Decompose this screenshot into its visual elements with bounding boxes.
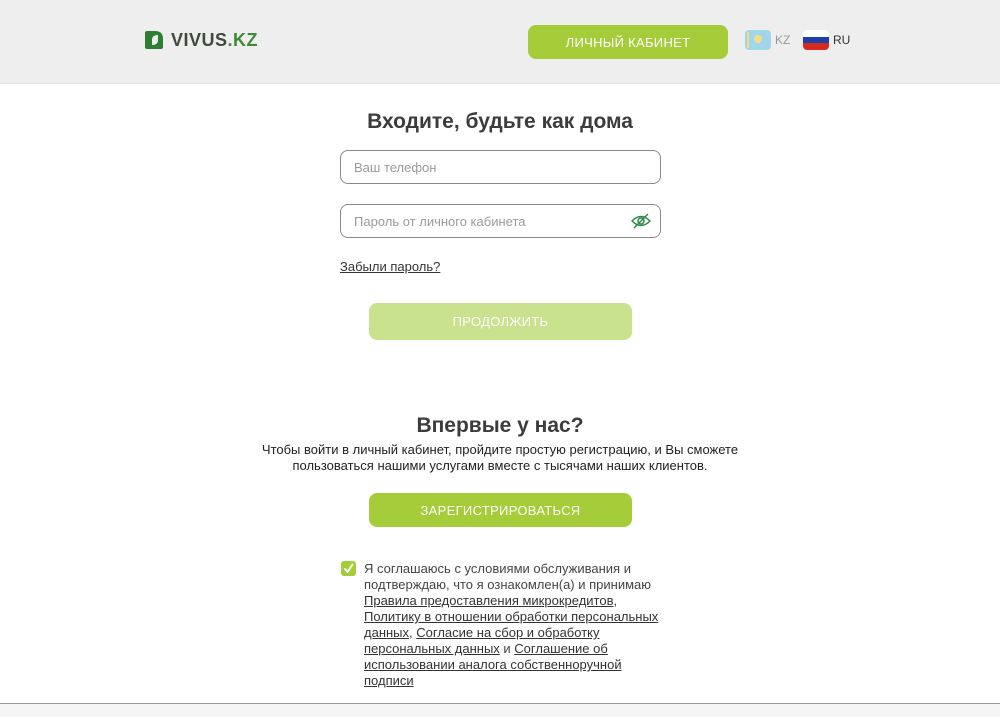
- footer-divider: [0, 703, 1000, 717]
- russia-flag-icon: [803, 30, 829, 50]
- vivus-logo-icon: [143, 29, 165, 51]
- register-description: Чтобы войти в личный кабинет, пройдите п…: [261, 442, 739, 473]
- language-ru-label: RU: [833, 33, 851, 47]
- login-title: Входите, будьте как дома: [367, 110, 633, 133]
- language-kz[interactable]: KZ: [745, 30, 790, 50]
- checkmark-icon: [344, 563, 354, 573]
- password-input[interactable]: [340, 204, 661, 238]
- forgot-password-link[interactable]: Забыли пароль?: [340, 259, 440, 274]
- logo-text: VIVUS.KZ: [171, 29, 259, 50]
- register-title: Впервые у нас?: [416, 414, 584, 437]
- kazakhstan-flag-icon: [745, 30, 771, 50]
- personal-cabinet-button[interactable]: ЛИЧНЫЙ КАБИНЕТ: [528, 25, 728, 59]
- continue-button[interactable]: ПРОДОЛЖИТЬ: [369, 303, 632, 340]
- microcredit-rules-link[interactable]: Правила предоставления микрокредитов: [364, 593, 613, 608]
- register-button[interactable]: ЗАРЕГИСТРИРОВАТЬСЯ: [369, 493, 632, 527]
- consent-checkbox[interactable]: [341, 561, 356, 576]
- language-ru[interactable]: RU: [803, 30, 850, 50]
- consent-text: Я соглашаюсь с условиями обслуживания и …: [364, 561, 659, 688]
- eye-off-icon[interactable]: [629, 210, 653, 232]
- header: VIVUS.KZ ЛИЧНЫЙ КАБИНЕТ KZ RU: [0, 0, 1000, 84]
- logo[interactable]: VIVUS.KZ: [143, 29, 258, 51]
- language-kz-label: KZ: [775, 33, 791, 47]
- phone-input[interactable]: [340, 150, 661, 184]
